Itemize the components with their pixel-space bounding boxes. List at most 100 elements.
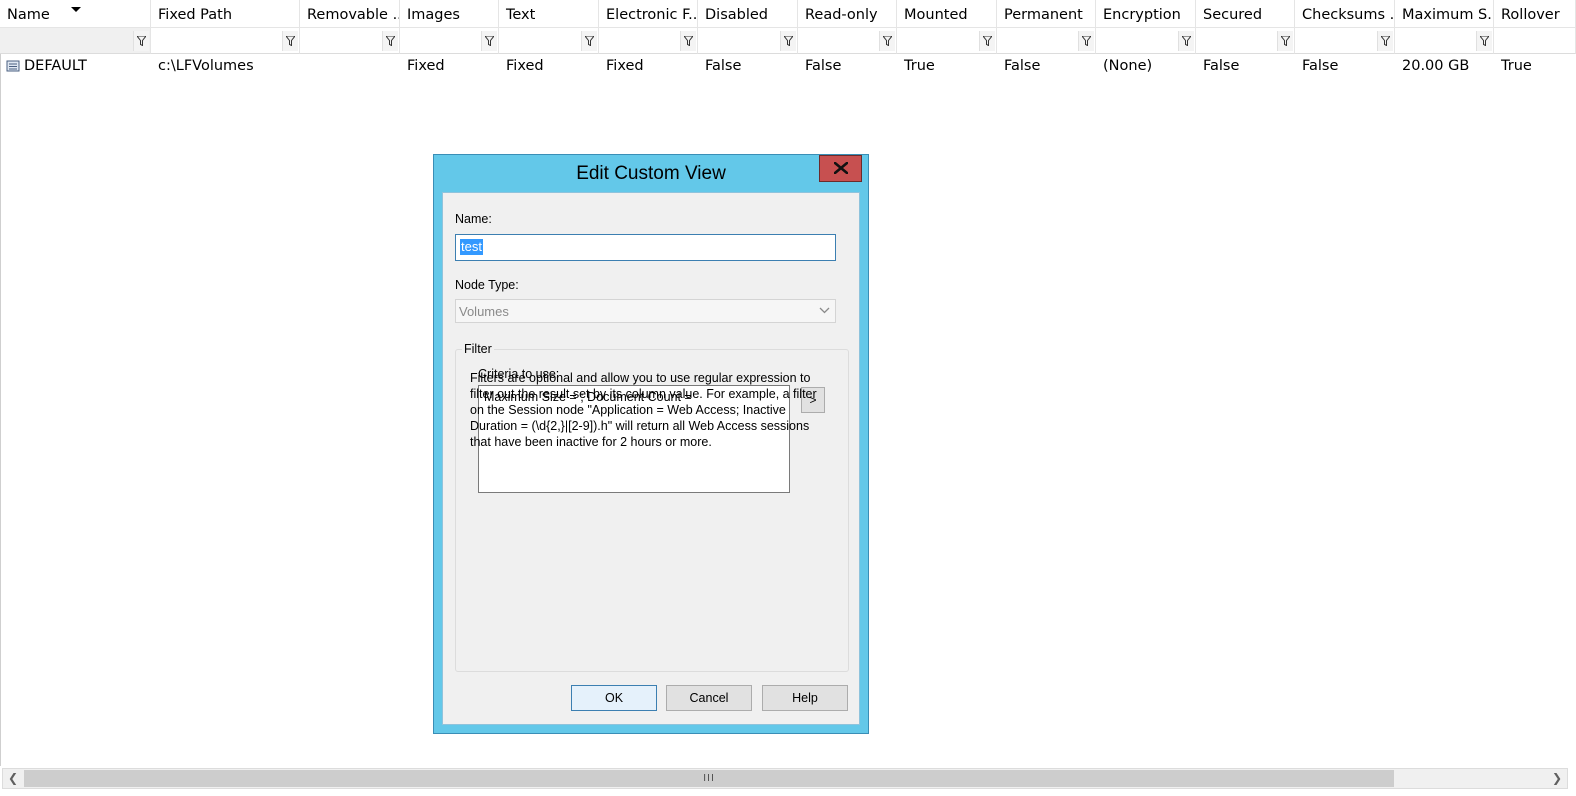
close-icon — [834, 162, 848, 174]
column-header-label: Encryption — [1103, 7, 1181, 23]
column-header-electronic-files[interactable]: Electronic F... — [599, 0, 698, 28]
column-header-label: Maximum S... — [1402, 7, 1494, 23]
column-header-secured[interactable]: Secured — [1196, 0, 1295, 28]
column-header-label: Disabled — [705, 7, 768, 23]
column-header-label: Name — [7, 7, 50, 23]
cell-secured: False — [1203, 58, 1240, 74]
filter-icon[interactable] — [1476, 31, 1492, 51]
filter-cell-images[interactable] — [400, 28, 499, 54]
node-type-label: Node Type: — [455, 278, 519, 292]
cell-removable — [300, 54, 400, 78]
cell-name: DEFAULT — [24, 58, 87, 74]
filter-cell-encryption[interactable] — [1096, 28, 1196, 54]
column-header-label: Read-only — [805, 7, 878, 23]
column-header-fixed-path[interactable]: Fixed Path — [151, 0, 300, 28]
filter-icon[interactable] — [979, 31, 995, 51]
column-header-removable[interactable]: Removable ... — [300, 0, 400, 28]
cell-read-only: False — [805, 58, 842, 74]
filter-cell-rollover[interactable] — [1494, 28, 1576, 54]
filter-icon[interactable] — [282, 31, 298, 51]
cell-text: Fixed — [506, 58, 544, 74]
dialog-body: Name: test Node Type: Volumes Filter Cri… — [442, 192, 860, 725]
cell-disabled: False — [705, 58, 742, 74]
column-header-permanent[interactable]: Permanent — [997, 0, 1096, 28]
column-header-label: Text — [506, 7, 536, 23]
cell-rollover: True — [1501, 58, 1532, 74]
filter-cell-checksums[interactable] — [1295, 28, 1395, 54]
column-header-rollover[interactable]: Rollover — [1494, 0, 1576, 28]
cell-fixed-path: c:\LFVolumes — [158, 58, 254, 74]
filter-help-text: Filters are optional and allow you to us… — [470, 371, 817, 449]
cell-checksums: False — [1302, 58, 1339, 74]
column-header-encryption[interactable]: Encryption — [1096, 0, 1196, 28]
column-header-name[interactable]: Name — [0, 0, 151, 28]
scroll-right-arrow-icon[interactable]: ❯ — [1547, 769, 1567, 788]
column-header-label: Fixed Path — [158, 7, 233, 23]
cell-encryption: (None) — [1103, 58, 1153, 74]
ok-button[interactable]: OK — [571, 685, 657, 711]
column-header-text[interactable]: Text — [499, 0, 599, 28]
horizontal-scrollbar[interactable]: ❮ III ❯ — [2, 768, 1568, 789]
filter-icon[interactable] — [1078, 31, 1094, 51]
column-header-label: Removable ... — [307, 7, 400, 23]
column-header-disabled[interactable]: Disabled — [698, 0, 798, 28]
filter-icon[interactable] — [879, 31, 895, 51]
dialog-title: Edit Custom View — [576, 163, 726, 184]
filter-row — [0, 28, 1576, 54]
sort-descending-icon — [71, 7, 81, 12]
cell-images: Fixed — [407, 58, 445, 74]
grid-header: Name Fixed Path Removable ... Images Tex… — [0, 0, 1576, 29]
column-header-label: Secured — [1203, 7, 1263, 23]
column-header-label: Mounted — [904, 7, 968, 23]
filter-icon[interactable] — [581, 31, 597, 51]
column-header-label: Electronic F... — [606, 7, 698, 23]
edit-custom-view-dialog: Edit Custom View Name: test Node Type: V… — [433, 154, 869, 734]
filter-cell-electronic-files[interactable] — [599, 28, 698, 54]
scrollbar-grip: III — [703, 773, 715, 784]
filter-cell-read-only[interactable] — [798, 28, 897, 54]
column-header-label: Permanent — [1004, 7, 1083, 23]
name-field[interactable]: test — [455, 234, 836, 261]
filter-icon[interactable] — [680, 31, 696, 51]
filter-icon[interactable] — [1377, 31, 1393, 51]
filter-icon[interactable] — [382, 31, 398, 51]
scroll-left-arrow-icon[interactable]: ❮ — [3, 769, 23, 788]
filter-cell-mounted[interactable] — [897, 28, 997, 54]
column-header-images[interactable]: Images — [400, 0, 499, 28]
name-field-value: test — [460, 239, 483, 255]
filter-cell-maximum-size[interactable] — [1395, 28, 1494, 54]
column-header-checksums[interactable]: Checksums ... — [1295, 0, 1395, 28]
filter-cell-disabled[interactable] — [698, 28, 798, 54]
filter-icon[interactable] — [1178, 31, 1194, 51]
column-header-read-only[interactable]: Read-only — [798, 0, 897, 28]
table-row[interactable]: DEFAULT c:\LFVolumes Fixed Fixed Fixed F… — [0, 54, 1576, 78]
cancel-button[interactable]: Cancel — [666, 685, 752, 711]
filter-group-label: Filter — [462, 342, 494, 356]
column-header-label: Rollover — [1501, 7, 1560, 23]
filter-icon[interactable] — [481, 31, 497, 51]
column-header-label: Images — [407, 7, 460, 23]
column-header-label: Checksums ... — [1302, 7, 1395, 23]
cell-permanent: False — [1004, 58, 1041, 74]
filter-cell-removable[interactable] — [300, 28, 400, 54]
node-type-value: Volumes — [459, 304, 509, 319]
column-header-mounted[interactable]: Mounted — [897, 0, 997, 28]
node-type-select[interactable]: Volumes — [455, 299, 836, 323]
help-button[interactable]: Help — [762, 685, 848, 711]
filter-icon[interactable] — [1277, 31, 1293, 51]
scrollbar-thumb[interactable]: III — [24, 770, 1394, 787]
filter-cell-text[interactable] — [499, 28, 599, 54]
cell-electronic-files: Fixed — [606, 58, 644, 74]
close-button[interactable] — [819, 155, 862, 182]
filter-cell-secured[interactable] — [1196, 28, 1295, 54]
filter-cell-permanent[interactable] — [997, 28, 1096, 54]
filter-icon[interactable] — [780, 31, 796, 51]
grid-left-border — [0, 54, 1, 766]
column-header-maximum-size[interactable]: Maximum S... — [1395, 0, 1494, 28]
filter-cell-fixed-path[interactable] — [151, 28, 300, 54]
filter-icon[interactable] — [133, 31, 149, 51]
chevron-down-icon — [819, 307, 830, 314]
filter-cell-name[interactable] — [0, 28, 151, 54]
cell-mounted: True — [904, 58, 935, 74]
name-label: Name: — [455, 212, 492, 226]
